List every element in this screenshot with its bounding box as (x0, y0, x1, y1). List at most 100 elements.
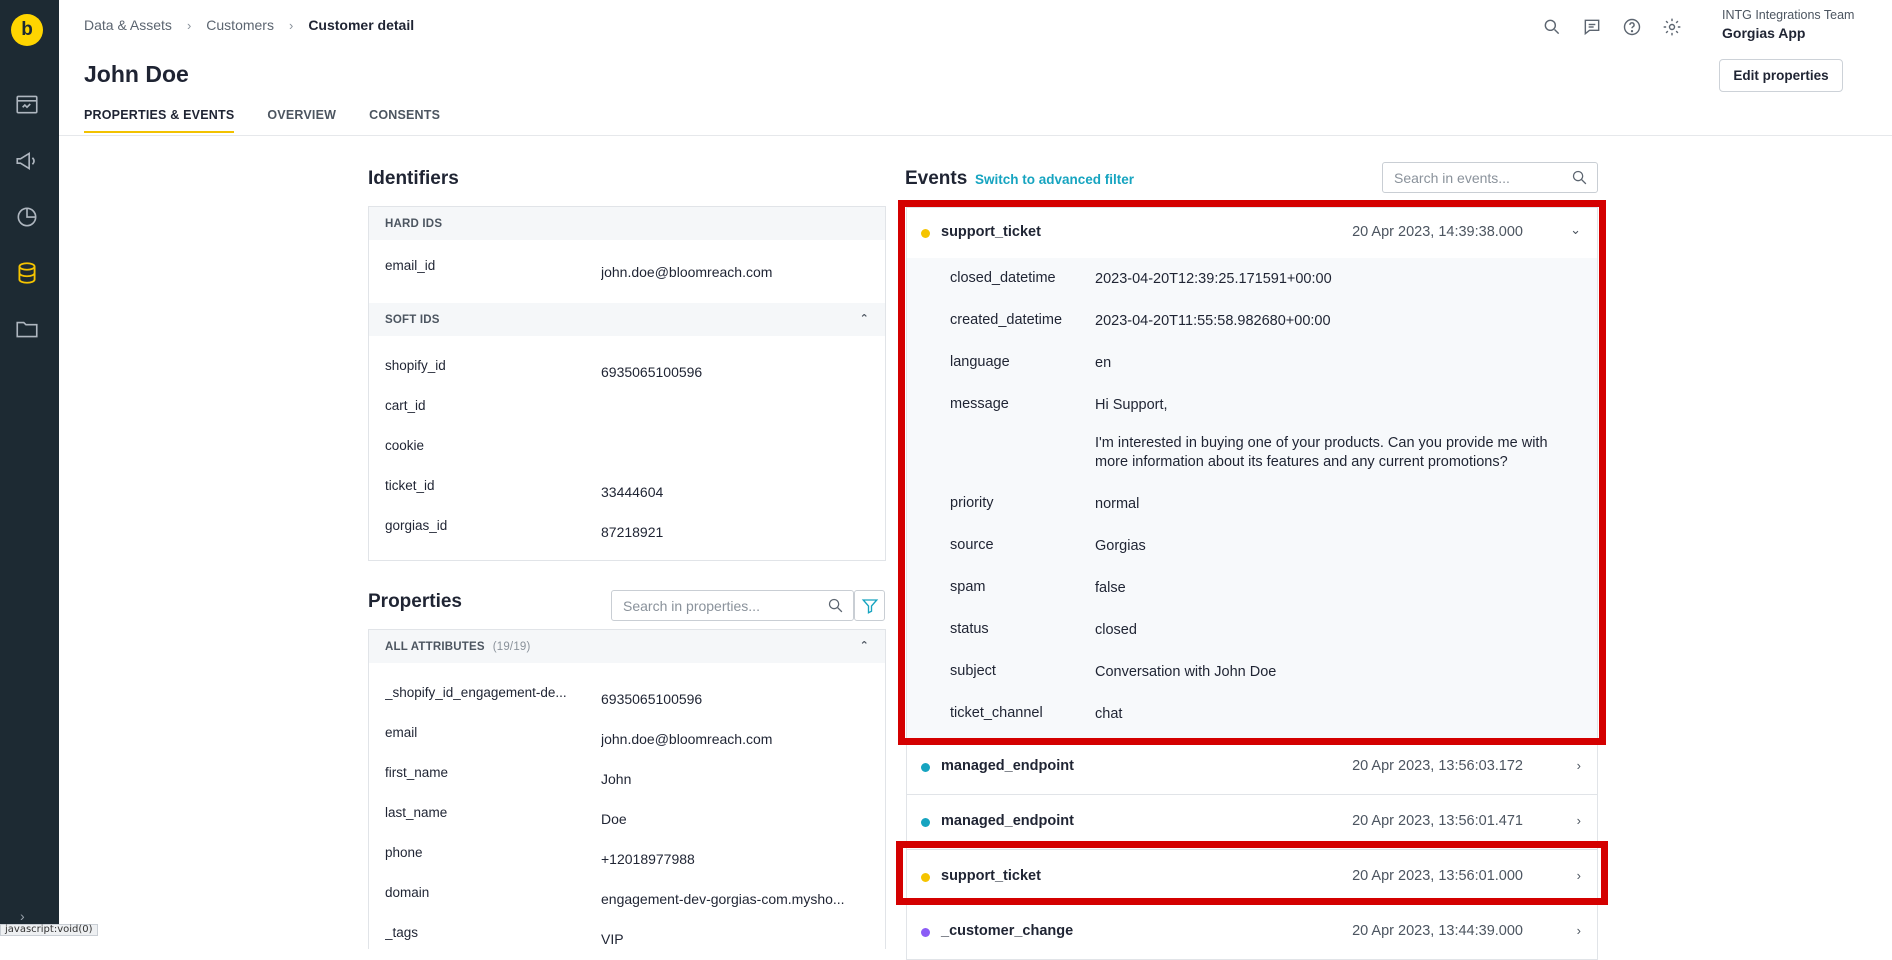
event-header[interactable]: managed_endpoint 20 Apr 2023, 13:56:03.1… (907, 740, 1597, 794)
identifiers-title: Identifiers (368, 168, 459, 189)
event-property-row: message Hi Support, I'm interested in bu… (907, 384, 1597, 483)
breadcrumb-separator-icon: › (288, 17, 294, 33)
calendar-icon[interactable] (13, 90, 41, 118)
event-header[interactable]: support_ticket 20 Apr 2023, 13:56:01.000… (907, 850, 1597, 904)
event-property-row: language en (950, 354, 1112, 371)
event-properties: closed_datetime 2023-04-20T12:39:25.17159… (907, 258, 1597, 739)
chevron-right-icon[interactable]: › (1577, 868, 1581, 883)
identifier-row: gorgias_id 87218921 (369, 506, 885, 546)
property-row: email john.doe@bloomreach.com (369, 713, 885, 753)
properties-search-input[interactable] (612, 591, 853, 620)
events-list: support_ticket 20 Apr 2023, 14:39:38.000… (906, 207, 1598, 960)
event-header[interactable]: _customer_change 20 Apr 2023, 13:44:39.0… (907, 905, 1597, 959)
property-key: first_name (385, 765, 449, 780)
property-row: _tags VIP (369, 913, 885, 953)
chevron-right-icon[interactable]: › (1577, 813, 1581, 828)
identifier-row: email_id john.doe@bloomreach.com (369, 240, 885, 303)
bloomreach-logo[interactable]: b (11, 14, 43, 46)
search-icon[interactable] (827, 597, 844, 614)
chevron-right-icon[interactable]: › (1577, 758, 1581, 773)
chat-icon[interactable] (1572, 14, 1612, 40)
breadcrumb-customers[interactable]: Customers (206, 17, 274, 33)
search-icon[interactable] (1571, 169, 1588, 186)
event-item[interactable]: _customer_change 20 Apr 2023, 13:44:39.0… (906, 905, 1598, 960)
identifier-key: shopify_id (385, 358, 446, 373)
property-key: email (385, 725, 418, 740)
event-property-row: subject Conversation with John Doe (950, 663, 1277, 680)
org-switcher[interactable]: INTG Integrations Team Gorgias App (1722, 8, 1854, 41)
edit-properties-button[interactable]: Edit properties (1719, 59, 1843, 92)
event-header[interactable]: managed_endpoint 20 Apr 2023, 13:56:01.4… (907, 795, 1597, 849)
property-value: Doe (601, 811, 627, 827)
event-item[interactable]: managed_endpoint 20 Apr 2023, 13:56:01.4… (906, 795, 1598, 850)
identifier-row: cart_id (369, 386, 885, 426)
soft-ids-header[interactable]: SOFT IDS ⌃ (369, 303, 885, 336)
megaphone-icon[interactable] (13, 147, 41, 175)
property-key: last_name (385, 805, 448, 820)
hard-ids-header: HARD IDS (369, 207, 885, 240)
attributes-count: (19/19) (492, 640, 531, 653)
event-item[interactable]: support_ticket 20 Apr 2023, 13:56:01.000… (906, 850, 1598, 905)
property-value: 6935065100596 (601, 691, 703, 707)
event-property-row: source Gorgias (950, 537, 1146, 554)
identifier-value: 87218921 (601, 524, 664, 540)
advanced-filter-link[interactable]: Switch to advanced filter (975, 172, 1134, 187)
event-item[interactable]: managed_endpoint 20 Apr 2023, 13:56:03.1… (906, 740, 1598, 795)
property-key: _tags (385, 925, 419, 940)
status-url: javascript:void(0) (0, 924, 98, 936)
all-attributes-header[interactable]: ALL ATTRIBUTES (19/19) ⌃ (369, 630, 885, 663)
pie-chart-icon[interactable] (13, 203, 41, 231)
property-key: domain (385, 885, 430, 900)
event-name: support_ticket (941, 868, 1041, 884)
breadcrumb-data-assets[interactable]: Data & Assets (84, 17, 172, 33)
property-key: _shopify_id_engagement-de... (385, 685, 567, 700)
chevron-down-icon[interactable]: ⌄ (1570, 222, 1581, 238)
breadcrumb-separator-icon: › (186, 17, 192, 33)
breadcrumb: Data & Assets › Customers › Customer det… (84, 17, 414, 33)
help-icon[interactable] (1612, 14, 1652, 40)
property-row: phone +12018977988 (369, 833, 885, 873)
event-name: managed_endpoint (941, 758, 1074, 774)
property-value: VIP (601, 931, 624, 947)
events-title: Events (905, 168, 968, 189)
event-property-row: priority normal (950, 495, 1140, 512)
properties-filter-button[interactable] (854, 590, 885, 621)
identifier-key: cookie (385, 438, 425, 453)
org-app-name: Gorgias App (1722, 25, 1806, 41)
event-item: support_ticket 20 Apr 2023, 14:39:38.000… (906, 207, 1598, 740)
identifier-value: 6935065100596 (601, 364, 703, 380)
identifier-row: shopify_id 6935065100596 (369, 346, 885, 386)
header-actions (1532, 14, 1692, 40)
chevron-up-icon[interactable]: ⌃ (860, 312, 869, 325)
chevron-up-icon[interactable]: ⌃ (860, 639, 869, 652)
property-value: john.doe@bloomreach.com (601, 731, 773, 747)
event-dot-icon (921, 229, 930, 238)
gear-icon[interactable] (1652, 14, 1692, 40)
property-value: +12018977988 (601, 851, 695, 867)
event-property-row: closed_datetime 2023-04-20T12:39:25.17159… (950, 270, 1332, 287)
identifier-value: john.doe@bloomreach.com (601, 264, 773, 280)
identifier-row: cookie (369, 426, 885, 466)
event-header[interactable]: support_ticket 20 Apr 2023, 14:39:38.000… (907, 208, 1597, 258)
identifier-key: cart_id (385, 398, 426, 413)
folder-icon[interactable] (13, 315, 41, 343)
identifier-key: ticket_id (385, 478, 435, 493)
event-time: 20 Apr 2023, 13:56:01.471 (1352, 813, 1523, 829)
property-key: phone (385, 845, 423, 860)
event-property-row: status closed (950, 621, 1137, 638)
search-icon[interactable] (1532, 14, 1572, 40)
event-property-row: spam false (950, 579, 1126, 596)
database-icon[interactable] (13, 259, 41, 287)
events-search-input[interactable] (1383, 163, 1597, 192)
identifier-key: gorgias_id (385, 518, 448, 533)
expand-sidebar-icon[interactable]: › (20, 908, 25, 924)
property-row: _shopify_id_engagement-de... 69350651005… (369, 673, 885, 713)
events-search (1382, 162, 1598, 193)
identifier-value: 33444604 (601, 484, 664, 500)
event-time: 20 Apr 2023, 13:56:01.000 (1352, 868, 1523, 884)
properties-title: Properties (368, 591, 462, 612)
tab-consents[interactable]: CONSENTS (369, 108, 440, 133)
tab-overview[interactable]: OVERVIEW (267, 108, 336, 133)
event-dot-icon (921, 818, 930, 827)
tab-properties-events[interactable]: PROPERTIES & EVENTS (84, 108, 235, 133)
